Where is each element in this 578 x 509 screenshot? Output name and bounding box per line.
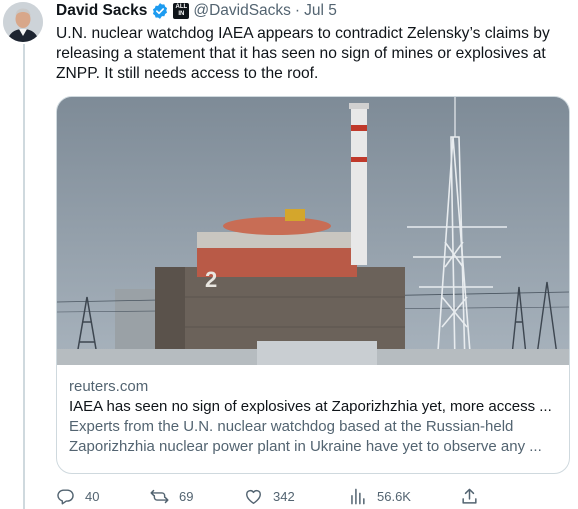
like-button[interactable]: 342 <box>244 487 295 506</box>
card-meta: reuters.com IAEA has seen no sign of exp… <box>57 365 569 457</box>
reply-icon <box>57 488 74 504</box>
tweet-header: David Sacks ALL IN @DavidSacks · Jul 5 <box>56 0 337 22</box>
separator-dot: · <box>294 2 301 19</box>
views-icon <box>351 488 365 504</box>
reply-count: 40 <box>85 488 100 504</box>
verified-icon <box>153 3 168 19</box>
reply-button[interactable]: 40 <box>56 487 99 506</box>
display-name[interactable]: David Sacks <box>56 2 147 20</box>
tweet-text: U.N. nuclear watchdog IAEA appears to co… <box>56 25 550 82</box>
card-image[interactable]: 2 <box>57 97 569 365</box>
retweet-icon <box>150 489 169 503</box>
avatar-image <box>3 2 43 42</box>
like-icon <box>246 489 261 504</box>
card-title[interactable]: IAEA has seen no sign of explosives at Z… <box>69 397 557 417</box>
card-domain: reuters.com <box>69 378 149 395</box>
affiliate-badge-icon[interactable]: ALL IN <box>173 3 190 19</box>
retweet-button[interactable]: 69 <box>150 487 193 506</box>
reactor-number: 2 <box>205 267 217 292</box>
link-card[interactable]: 2 reuters.com IAEA has seen no sign of e… <box>56 96 570 474</box>
avatar[interactable] <box>3 2 43 42</box>
views-button[interactable]: 56.6K <box>348 487 411 506</box>
retweet-count: 69 <box>179 488 194 504</box>
action-bar: 40 69 342 56.6K <box>56 486 486 506</box>
share-icon <box>462 488 477 504</box>
thread-line <box>23 44 25 509</box>
card-description: Experts from the U.N. nuclear watchdog b… <box>69 418 542 455</box>
views-count: 56.6K <box>377 488 411 504</box>
like-count: 342 <box>273 488 295 504</box>
share-button[interactable] <box>460 487 479 506</box>
timestamp[interactable]: Jul 5 <box>304 2 337 20</box>
handle[interactable]: @DavidSacks <box>193 2 291 20</box>
